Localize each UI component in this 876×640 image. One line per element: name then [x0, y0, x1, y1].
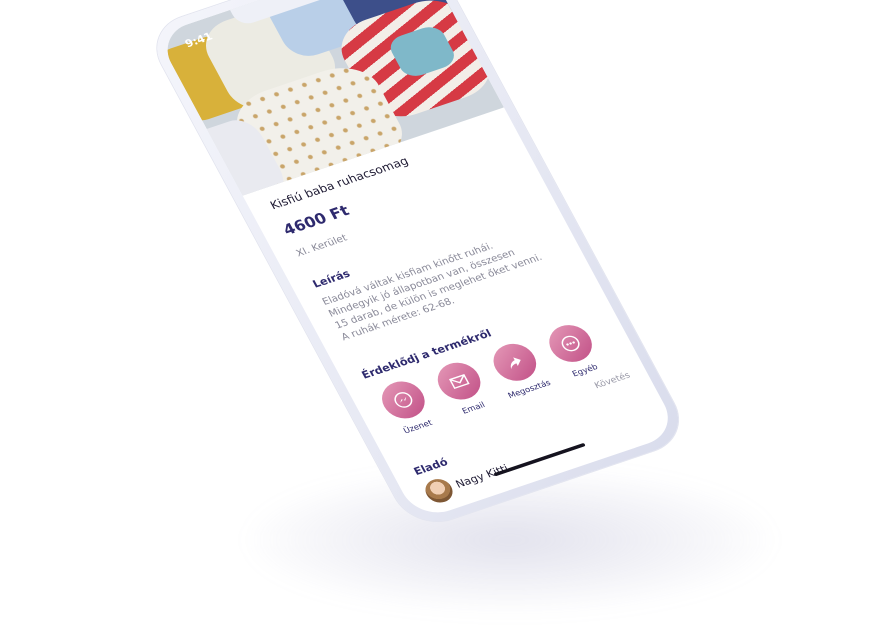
phone-mockup: 9:41 Kisfiú baba ruhacsomag 4600 Ft XI. … — [143, 0, 693, 532]
app-screen: 9:41 Kisfiú baba ruhacsomag 4600 Ft XI. … — [155, 0, 680, 521]
messenger-icon — [374, 376, 432, 424]
avatar — [420, 475, 458, 506]
stage: 9:41 Kisfiú baba ruhacsomag 4600 Ft XI. … — [0, 0, 876, 640]
listing-details: Kisfiú baba ruhacsomag 4600 Ft XI. Kerül… — [268, 124, 678, 521]
seller-name: Nagy Kitti — [453, 462, 511, 491]
share-icon — [486, 338, 544, 387]
more-icon — [542, 319, 600, 368]
email-icon — [430, 357, 488, 405]
